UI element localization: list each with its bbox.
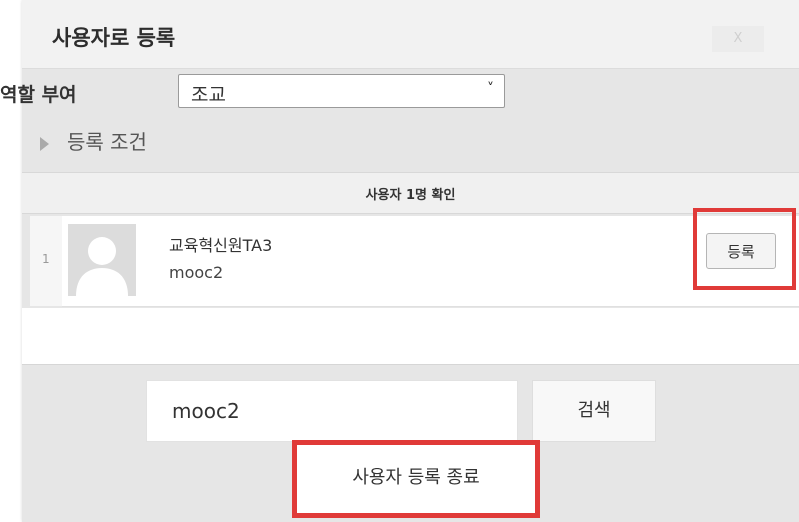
empty-row [22,308,799,365]
search-input-value: mooc2 [172,399,240,423]
results-count: 사용자 1명 확인 [365,188,456,203]
role-label: 역할 부여 [0,84,77,106]
row-index-cell: 1 [30,216,62,306]
search-button[interactable]: 검색 [532,380,656,442]
user-username: mooc2 [169,263,224,282]
highlight-box [693,208,796,290]
role-select-value: 조교 [191,84,226,106]
chevron-down-icon: ˅ [487,81,494,97]
close-button[interactable]: X [712,26,764,52]
dialog-title: 사용자로 등록 [52,26,176,50]
enrolment-conditions-toggle[interactable]: 등록 조건 [67,126,147,155]
avatar [68,224,136,296]
user-silhouette-icon [68,224,136,296]
finish-enrolling-button[interactable]: 사용자 등록 종료 [292,440,540,518]
results-count-bar: 사용자 1명 확인 [22,172,799,214]
row-index: 1 [42,252,50,266]
user-fullname: 교육혁신원TA3 [169,236,273,255]
role-select[interactable]: 조교 ˅ [178,74,505,108]
expand-triangle-icon[interactable] [40,137,49,151]
table-row [62,216,799,307]
search-input[interactable]: mooc2 [146,380,518,442]
